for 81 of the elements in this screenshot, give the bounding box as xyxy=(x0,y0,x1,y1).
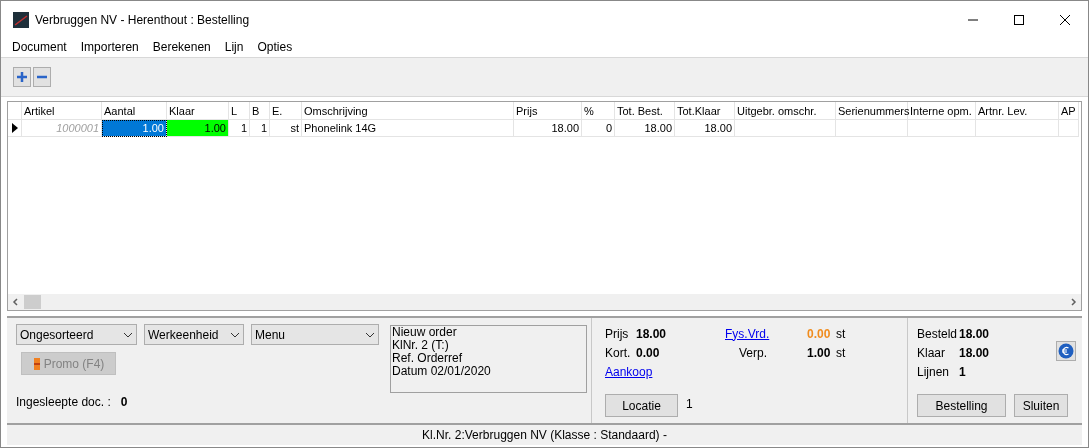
dragged-docs-value: 0 xyxy=(120,394,128,411)
table-cell[interactable]: 1.00 xyxy=(167,120,229,137)
column-header[interactable]: Serienummers xyxy=(836,102,908,120)
dropdown[interactable]: Ongesorteerd xyxy=(16,324,137,345)
chevron-down-icon xyxy=(230,331,240,338)
table-cell[interactable]: st xyxy=(270,120,302,137)
table-cell[interactable] xyxy=(735,120,836,137)
packaging-unit: st xyxy=(836,344,846,362)
price-label: Prijs xyxy=(605,325,630,343)
app-icon xyxy=(13,12,29,28)
status-bar-text: Kl.Nr. 2:Verbruggen NV (Klasse : Standaard) - xyxy=(422,427,667,444)
menu-item[interactable]: Opties xyxy=(257,38,293,56)
table-cell[interactable]: Phonelink 14G xyxy=(302,120,514,137)
dragged-docs-label: Ingesleepte doc. : xyxy=(16,394,111,411)
purchase-link[interactable]: Aankoop xyxy=(605,362,653,381)
column-header[interactable]: AP xyxy=(1059,102,1079,120)
chevron-down-icon xyxy=(365,331,375,338)
column-header[interactable]: Tot. Best. xyxy=(615,102,675,120)
table-cell[interactable]: 1 xyxy=(250,120,270,137)
dropdown[interactable]: Werkeenheid xyxy=(144,324,244,345)
menu-item[interactable]: Importeren xyxy=(80,38,139,56)
euro-coin-icon xyxy=(1058,343,1074,359)
total-label: Besteld xyxy=(917,325,959,343)
total-value: 18.00 xyxy=(959,344,990,362)
location-value: 1 xyxy=(686,396,693,413)
menu-item[interactable]: Lijn xyxy=(224,38,244,56)
column-header[interactable]: Prijs xyxy=(514,102,582,120)
chevron-down-icon xyxy=(123,331,133,338)
table-cell[interactable]: 18.00 xyxy=(514,120,582,137)
action-button[interactable]: Bestelling xyxy=(917,394,1006,417)
order-info-line: KlNr. 2 (T:) xyxy=(392,339,450,352)
column-header[interactable]: Uitgebr. omschr. xyxy=(735,102,836,120)
column-header[interactable]: Tot.Klaar xyxy=(675,102,735,120)
table-cell[interactable] xyxy=(908,120,976,137)
total-value: 1 xyxy=(959,363,966,381)
total-label: Klaar xyxy=(917,344,946,362)
table-cell[interactable] xyxy=(976,120,1059,137)
maximize-icon xyxy=(1014,15,1024,25)
scrollbar-thumb[interactable] xyxy=(24,295,41,309)
dropdown[interactable]: Menu xyxy=(251,324,379,345)
menu-item[interactable]: Berekenen xyxy=(152,38,211,56)
order-info-line: Nieuw order xyxy=(392,326,458,339)
plus-icon xyxy=(16,71,28,83)
physical-stock-unit: st xyxy=(836,325,846,343)
column-header[interactable]: L xyxy=(229,102,250,120)
price-value: 18.00 xyxy=(636,325,668,343)
window-title: Verbruggen NV - Herenthout : Bestelling xyxy=(35,12,250,29)
gift-icon xyxy=(32,356,41,371)
packaging-value: 1.00 xyxy=(807,344,832,362)
order-info-line: Datum 02/01/2020 xyxy=(392,365,492,378)
table-cell[interactable]: 1 xyxy=(229,120,250,137)
column-header[interactable]: Artikel xyxy=(22,102,102,120)
column-header[interactable]: B xyxy=(250,102,270,120)
table-cell[interactable] xyxy=(1059,120,1079,137)
action-button[interactable]: Sluiten xyxy=(1014,394,1068,417)
column-header[interactable]: E. xyxy=(270,102,302,120)
discount-label: Kort. xyxy=(605,344,632,362)
total-value: 18.00 xyxy=(959,325,990,343)
add-button[interactable] xyxy=(13,67,31,87)
location-button[interactable]: Locatie xyxy=(605,394,678,417)
discount-value: 0.00 xyxy=(636,344,661,362)
close-icon xyxy=(1060,15,1070,25)
table-cell[interactable]: 0 xyxy=(582,120,615,137)
order-info-line: Ref. Orderref xyxy=(392,352,464,365)
table-cell[interactable]: 18.00 xyxy=(675,120,735,137)
minus-icon xyxy=(36,75,48,79)
menu-item[interactable]: Document xyxy=(12,38,67,56)
currency-button[interactable] xyxy=(1056,341,1076,361)
column-header[interactable]: Omschrijving xyxy=(302,102,514,120)
column-header[interactable]: % xyxy=(582,102,615,120)
table-cell[interactable]: 18.00 xyxy=(615,120,675,137)
table-cell[interactable]: 1.00 xyxy=(102,120,167,137)
physical-stock-value: 0.00 xyxy=(807,325,832,343)
total-label: Lijnen xyxy=(917,363,951,381)
column-header[interactable]: Interne opm. xyxy=(908,102,976,120)
remove-button[interactable] xyxy=(33,67,51,87)
packaging-label: Verp. xyxy=(739,344,769,362)
horizontal-scrollbar[interactable] xyxy=(8,294,1081,310)
physical-stock-link[interactable]: Fys.Vrd. xyxy=(725,324,807,343)
column-header[interactable]: Artnr. Lev. xyxy=(976,102,1059,120)
table-cell[interactable] xyxy=(836,120,908,137)
